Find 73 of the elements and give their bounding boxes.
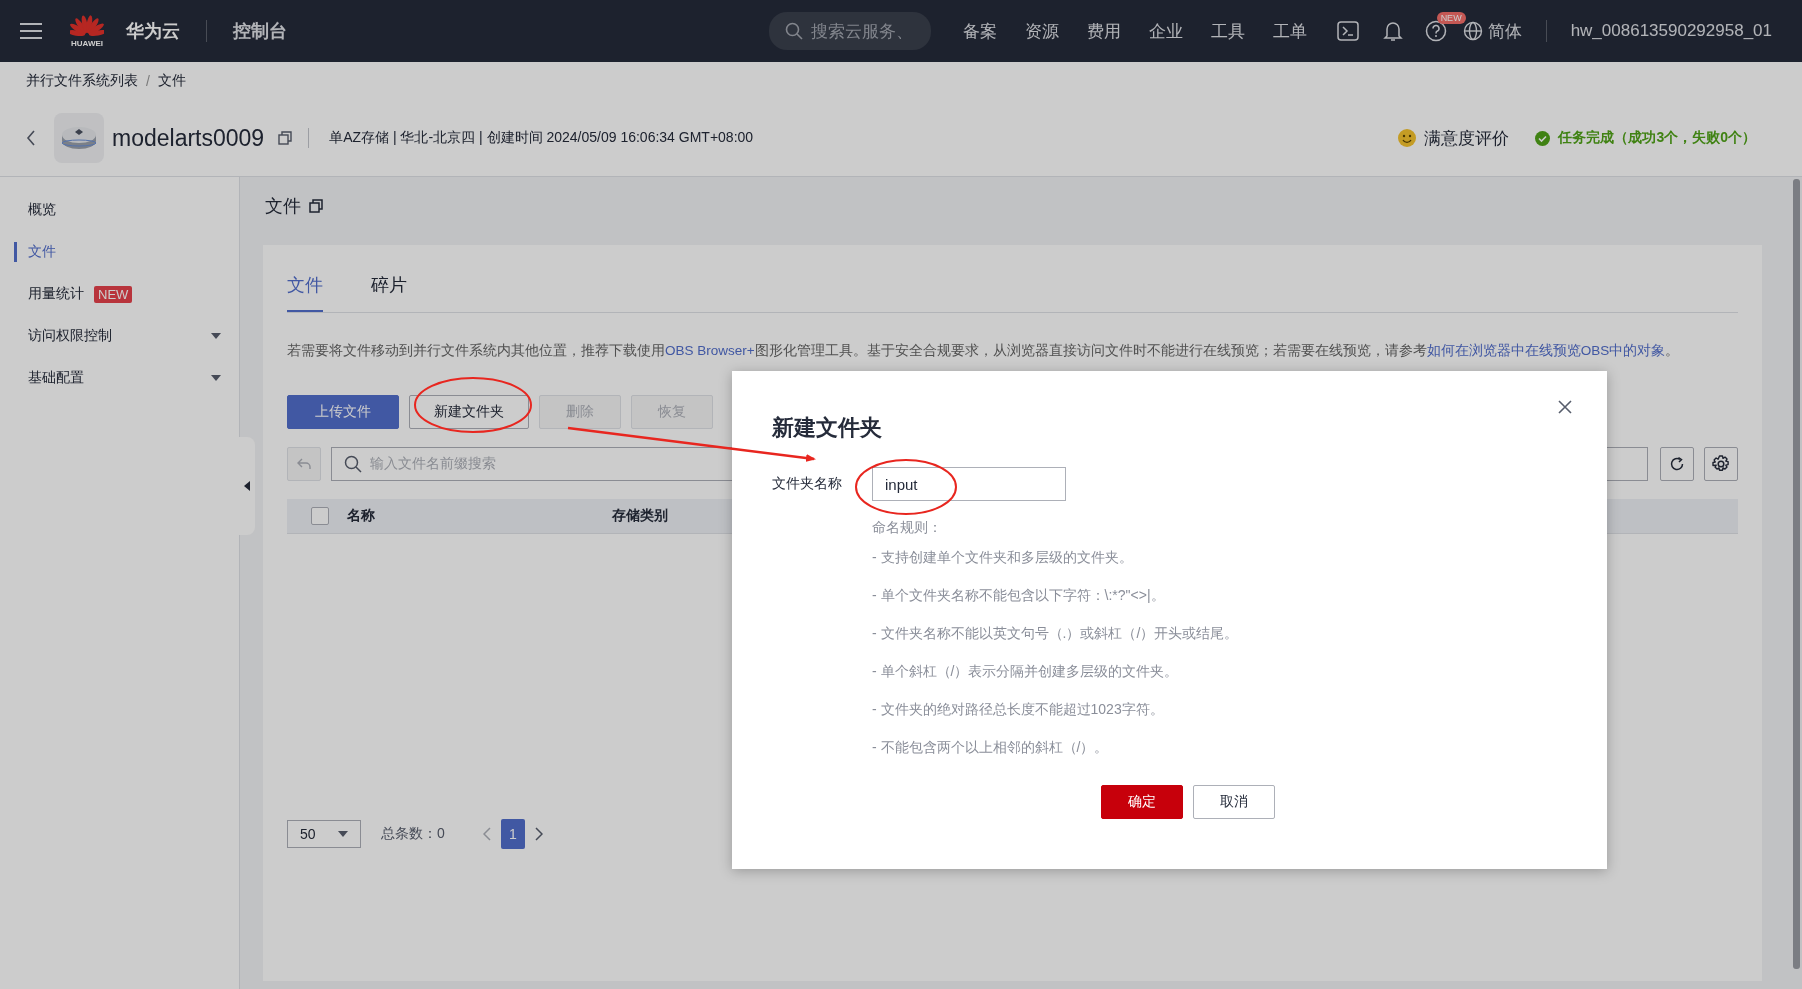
- sidebar-item[interactable]: 概览: [14, 189, 239, 231]
- copy-icon[interactable]: [309, 199, 323, 213]
- cancel-button[interactable]: 取消: [1192, 785, 1275, 819]
- new-folder-button[interactable]: 新建文件夹: [409, 395, 529, 429]
- settings-button[interactable]: [1704, 447, 1738, 481]
- nav-link[interactable]: 费用: [1072, 19, 1135, 43]
- page-size-select[interactable]: 50: [287, 820, 361, 848]
- nav-link[interactable]: 备案: [948, 19, 1011, 43]
- back-chevron-icon[interactable]: [26, 130, 36, 146]
- help-link[interactable]: 如何在浏览器中在线预览OBS中的对象: [1426, 343, 1666, 358]
- help-icon[interactable]: [1424, 20, 1447, 42]
- refresh-icon: [1669, 456, 1685, 472]
- settings-icon: [1712, 455, 1730, 473]
- sidebar-item[interactable]: 访问权限控制: [14, 315, 239, 357]
- menu-icon[interactable]: [20, 23, 42, 39]
- page-title: 文件: [265, 195, 301, 218]
- new-badge: NEW: [94, 285, 133, 303]
- select-all-checkbox[interactable]: [311, 507, 329, 525]
- rule-text: - 单个文件夹名称不能包含以下字符：\:*?"<>|。: [872, 586, 1166, 605]
- rule-text: - 文件夹的绝对路径总长度不能超过1023字符。: [872, 700, 1165, 719]
- rule-text: - 文件夹名称不能以英文句号（.）或斜杠（/）开头或结尾。: [872, 624, 1240, 643]
- caret-icon: [338, 831, 348, 837]
- rule-text: - 不能包含两个以上相邻的斜杠（/）。: [872, 738, 1110, 757]
- console-title[interactable]: 控制台: [233, 19, 287, 43]
- bucket-name: modelarts0009: [112, 124, 265, 152]
- folder-name-field[interactable]: input: [872, 467, 1066, 501]
- search-icon: [784, 22, 803, 40]
- next-page-icon[interactable]: [534, 827, 543, 841]
- bell-icon[interactable]: [1382, 20, 1403, 42]
- logo-text: HUAWEI: [71, 38, 103, 48]
- column-header: 存储类别: [612, 507, 668, 525]
- new-badge: NEW: [1436, 12, 1466, 24]
- confirm-button[interactable]: 确定: [1100, 785, 1183, 819]
- nav-link[interactable]: 工具: [1196, 19, 1259, 43]
- flower-logo-icon: [70, 14, 104, 39]
- column-header: 名称: [347, 507, 376, 525]
- tab[interactable]: 碎片: [371, 263, 407, 312]
- upload-button[interactable]: 上传文件: [287, 395, 399, 429]
- scrollbar-thumb[interactable]: [1793, 179, 1800, 969]
- breadcrumb-link[interactable]: 并行文件系统列表: [26, 72, 138, 90]
- refresh-button[interactable]: [1660, 447, 1694, 481]
- search-icon: [344, 455, 362, 473]
- nav-link[interactable]: 工单: [1258, 19, 1321, 43]
- rule-text: - 支持创建单个文件夹和多层级的文件夹。: [872, 548, 1134, 567]
- dialog-title: 新建文件夹: [772, 414, 883, 442]
- tab[interactable]: 文件: [287, 263, 323, 312]
- page-number[interactable]: 1: [500, 819, 525, 849]
- nav-link[interactable]: 资源: [1010, 19, 1073, 43]
- collapse-caret-icon: [244, 481, 250, 491]
- breadcrumb-separator: /: [146, 73, 150, 89]
- field-label: 文件夹名称: [772, 475, 843, 493]
- sidebar-item[interactable]: 基础配置: [14, 357, 239, 399]
- sidebar-item[interactable]: 用量统计 NEW: [14, 273, 239, 315]
- terminal-icon[interactable]: [1336, 21, 1359, 41]
- close-icon: [1558, 400, 1572, 414]
- brand-name[interactable]: 华为云: [126, 19, 180, 43]
- collapse-handle[interactable]: [239, 437, 255, 535]
- total-count: 总条数：0: [381, 825, 445, 843]
- rule-text: - 单个斜杠（/）表示分隔并创建多层级的文件夹。: [872, 662, 1180, 681]
- bucket-icon: [54, 113, 104, 163]
- nav-link[interactable]: 企业: [1134, 19, 1197, 43]
- bucket-meta: 单AZ存储 | 华北-北京四 | 创建时间 2024/05/09 16:06:34 GMT+08:00: [329, 129, 754, 147]
- feedback-link[interactable]: 满意度评价: [1424, 126, 1510, 150]
- globe-icon[interactable]: [1462, 21, 1483, 41]
- smiley-icon[interactable]: [1398, 129, 1417, 147]
- rules-title: 命名规则：: [872, 519, 943, 537]
- help-link[interactable]: OBS Browser+: [665, 343, 755, 358]
- search-field[interactable]: 搜索云服务、: [768, 12, 931, 50]
- back-arrow-icon: [297, 458, 311, 470]
- check-circle-icon: [1535, 130, 1551, 146]
- copy-icon[interactable]: [278, 131, 293, 145]
- language-link[interactable]: 简体: [1487, 19, 1522, 43]
- account-name[interactable]: hw_008613590292958_01: [1570, 21, 1772, 41]
